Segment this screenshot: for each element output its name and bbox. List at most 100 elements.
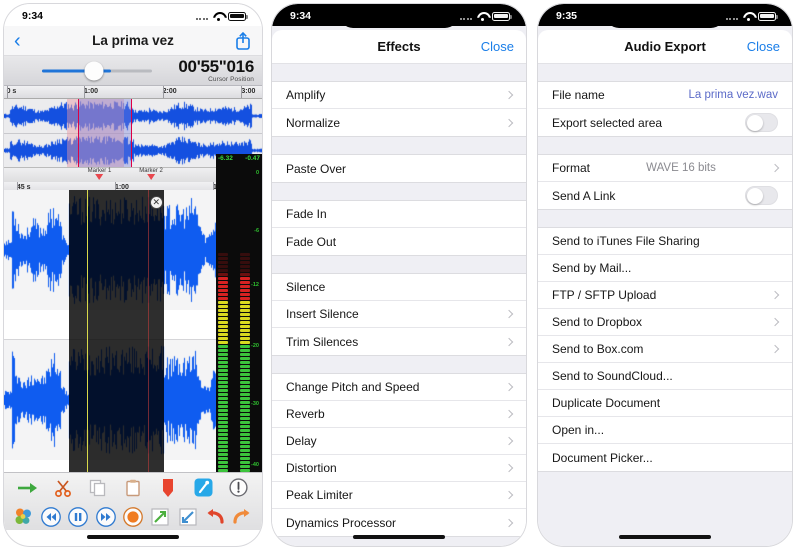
copy-icon[interactable]	[80, 473, 115, 502]
playhead-cursor[interactable]	[87, 190, 88, 488]
vu-segment	[218, 373, 228, 376]
vu-segment	[218, 381, 228, 384]
vu-left-value: -6.32	[218, 155, 233, 164]
list-item-label: Fade Out	[286, 235, 336, 249]
vu-segment	[218, 465, 228, 468]
vu-segment	[218, 253, 228, 256]
marker-label: Marker 2	[139, 168, 163, 174]
list-item[interactable]: Send to SoundCloud...	[538, 363, 792, 390]
vu-segment	[218, 329, 228, 332]
undo-icon[interactable]	[201, 502, 228, 531]
paste-icon[interactable]	[115, 473, 150, 502]
cut-scissors-icon[interactable]	[45, 473, 80, 502]
marker-pin-icon[interactable]	[151, 473, 186, 502]
list-item[interactable]: Change Pitch and Speed	[272, 374, 526, 401]
vu-right-value: -0.47	[245, 155, 260, 164]
list-item[interactable]: Send to iTunes File Sharing	[538, 228, 792, 255]
list-item[interactable]: Peak Limiter	[272, 482, 526, 509]
list-section-gap	[272, 183, 526, 200]
zoom-in-icon[interactable]	[147, 502, 174, 531]
waveform-marker[interactable]: Marker 1	[88, 168, 112, 180]
vu-segment	[218, 393, 228, 396]
effects-flower-icon[interactable]	[10, 502, 37, 531]
share-icon[interactable]	[234, 31, 252, 50]
list-item[interactable]: Send A Link	[538, 182, 792, 209]
list-item-label: Reverb	[286, 407, 325, 421]
cursor-readout: 00'55"016 Cursor Position	[164, 58, 262, 83]
vu-segment	[218, 385, 228, 388]
zoom-out-icon[interactable]	[174, 502, 201, 531]
play-arrow-icon[interactable]	[10, 473, 45, 502]
list-section: Fade In Fade Out	[272, 200, 526, 256]
list-item[interactable]: Insert Silence	[272, 301, 526, 328]
list-item[interactable]: Amplify	[272, 82, 526, 109]
list-section: SilenceInsert SilenceTrim Silences	[272, 273, 526, 356]
list-item[interactable]: Export selected area	[538, 109, 792, 136]
overview-selection-region[interactable]	[78, 99, 132, 167]
info-icon[interactable]	[221, 473, 256, 502]
vu-segment	[218, 349, 228, 352]
vu-segment	[218, 441, 228, 444]
record-icon[interactable]	[119, 502, 146, 531]
list-item[interactable]: Trim Silences	[272, 328, 526, 355]
list-item[interactable]: Fade In	[272, 201, 526, 228]
list-item[interactable]: Document Picker...	[538, 444, 792, 471]
cursor-slider[interactable]	[4, 56, 164, 85]
list-item[interactable]: Send by Mail...	[538, 255, 792, 282]
vu-segment	[218, 309, 228, 312]
marker-triangle-icon	[147, 174, 155, 180]
cursor-position-bar: 00'55"016 Cursor Position	[4, 56, 262, 86]
list-item[interactable]: Distortion	[272, 455, 526, 482]
audio-export-sheet: Audio Export Close File nameLa prima vez…	[538, 26, 792, 546]
ruler-tick	[163, 86, 164, 98]
toggle-switch[interactable]	[745, 113, 778, 132]
list-item[interactable]: File nameLa prima vez.wav	[538, 82, 792, 109]
list-item[interactable]: Silence	[272, 274, 526, 301]
ruler-tick-label: 1:00	[84, 88, 98, 95]
close-button[interactable]: Close	[481, 39, 514, 54]
list-item[interactable]: Delay	[272, 428, 526, 455]
ruler-tick	[7, 86, 8, 98]
vu-segment	[218, 269, 228, 272]
list-item[interactable]: Open in...	[538, 417, 792, 444]
detail-selection-overlay[interactable]	[69, 190, 164, 488]
list-item[interactable]: Normalize	[272, 109, 526, 136]
screenshot-stage: 9:34 ‹ La prima vez	[0, 0, 800, 550]
ruler-tick	[241, 86, 242, 98]
list-item[interactable]: Fade Out	[272, 228, 526, 255]
vu-segment	[218, 433, 228, 436]
rewind-icon[interactable]	[37, 502, 64, 531]
vu-segment	[218, 449, 228, 452]
list-item[interactable]: Duplicate Document	[538, 390, 792, 417]
sheet-title: Effects	[377, 39, 420, 54]
list-item-label: Send by Mail...	[552, 261, 631, 275]
vu-segment	[218, 405, 228, 408]
vu-segment	[218, 341, 228, 344]
redo-icon[interactable]	[229, 502, 256, 531]
list-item[interactable]: Send to Dropbox	[538, 309, 792, 336]
slider-knob[interactable]	[84, 61, 103, 80]
home-indicator	[619, 535, 711, 539]
list-section: FormatWAVE 16 bits Send A Link	[538, 154, 792, 210]
list-item-label: Amplify	[286, 88, 325, 102]
list-item-label: Send A Link	[552, 189, 615, 203]
close-button[interactable]: Close	[747, 39, 780, 54]
magic-wand-icon[interactable]	[186, 473, 221, 502]
waveform-marker[interactable]: Marker 2	[139, 168, 163, 180]
list-item[interactable]: FormatWAVE 16 bits	[538, 155, 792, 182]
list-item[interactable]: Dynamics Processor	[272, 509, 526, 536]
wifi-icon	[476, 12, 488, 21]
selection-handle[interactable]: ✕	[150, 196, 163, 209]
list-item[interactable]: FTP / SFTP Upload	[538, 282, 792, 309]
pause-icon[interactable]	[65, 502, 92, 531]
list-item[interactable]: Reverb	[272, 401, 526, 428]
toggle-switch[interactable]	[745, 186, 778, 205]
back-chevron-icon[interactable]: ‹	[14, 31, 34, 51]
effects-list: Amplify Normalize Paste Over Fade In Fade Ou…	[272, 64, 526, 537]
list-item[interactable]: Send to Box.com	[538, 336, 792, 363]
list-item-label: Send to SoundCloud...	[552, 369, 673, 383]
fast-forward-icon[interactable]	[92, 502, 119, 531]
vu-segment	[218, 313, 228, 316]
vu-segment	[218, 357, 228, 360]
list-item[interactable]: Paste Over	[272, 155, 526, 182]
